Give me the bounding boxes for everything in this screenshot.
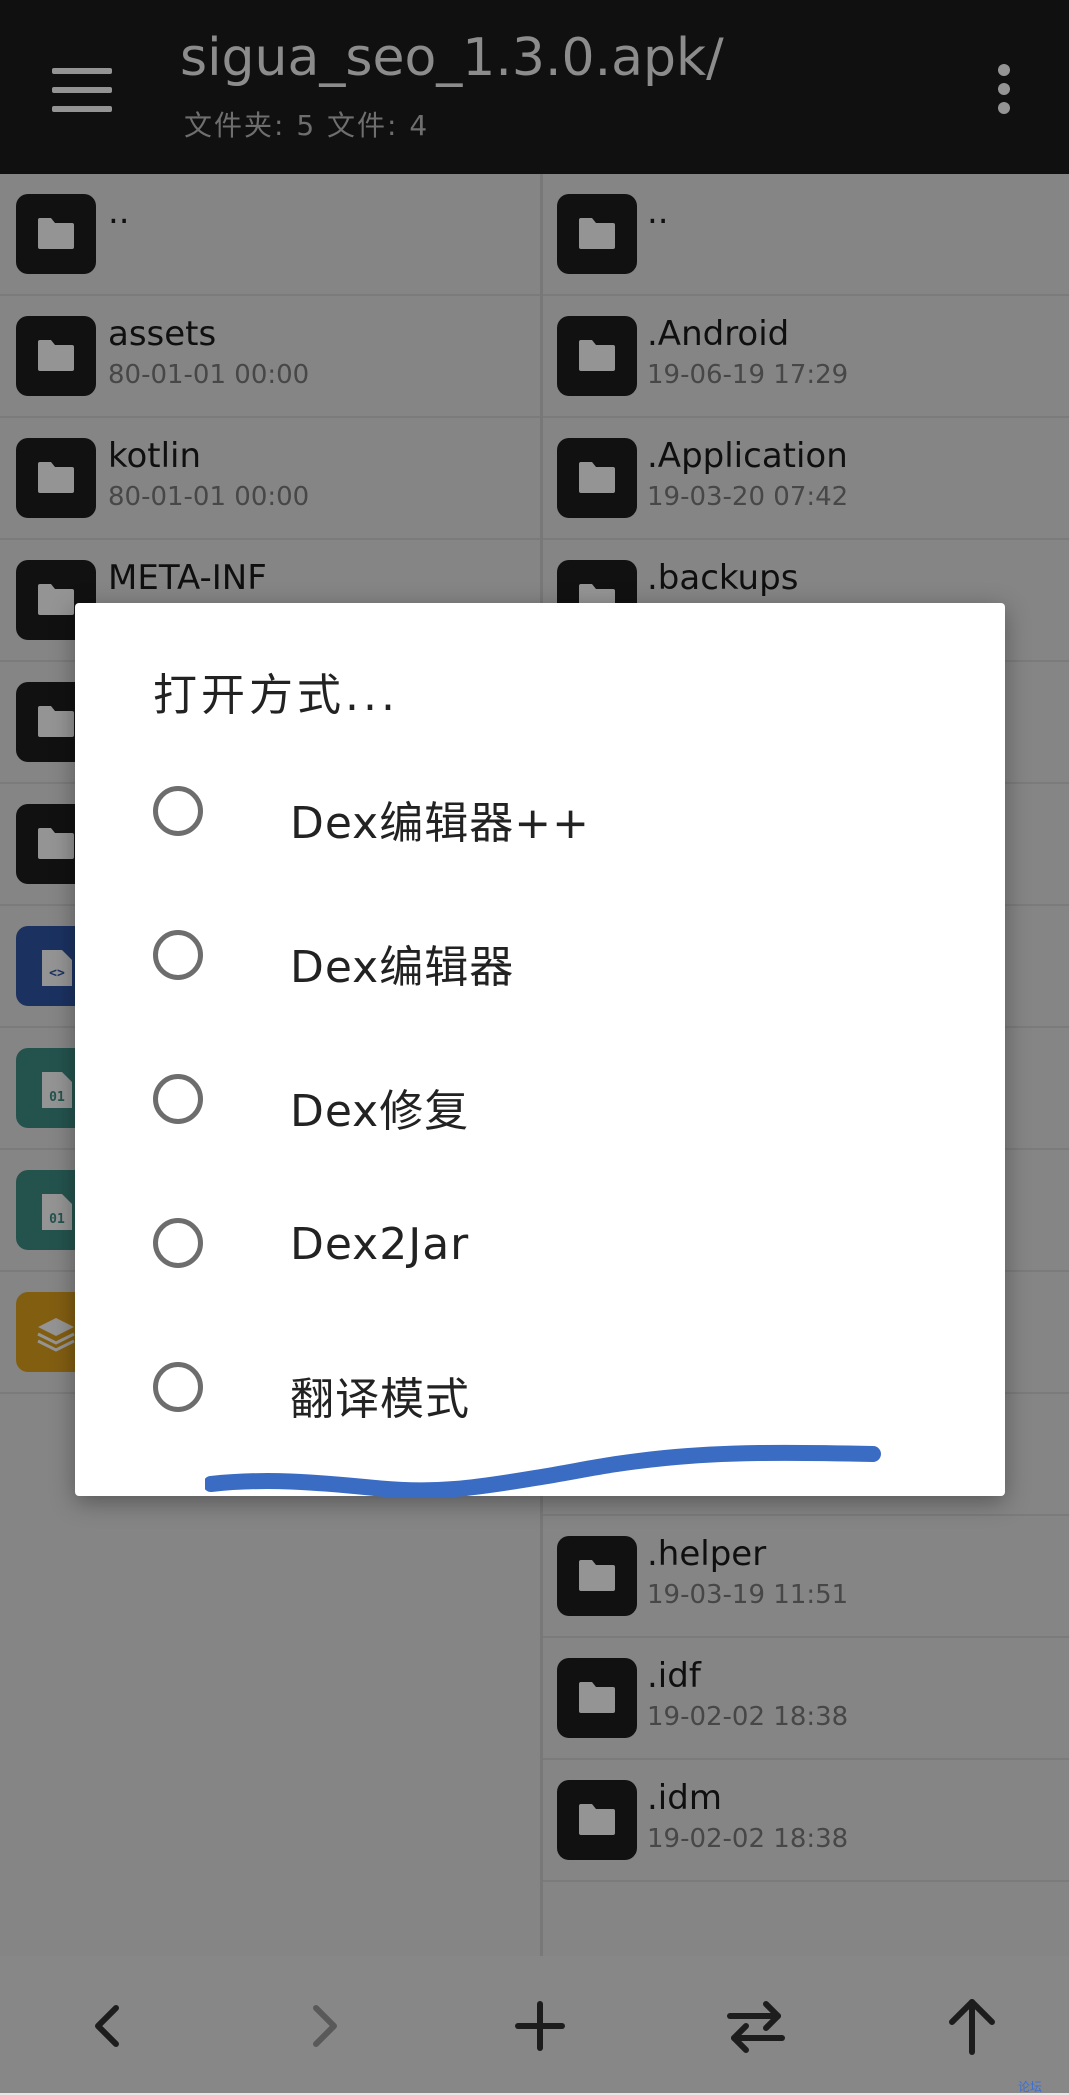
open-with-option[interactable]: Dex编辑器: [75, 899, 1005, 1019]
dialog-title: 打开方式...: [153, 670, 399, 721]
option-label: Dex2Jar: [290, 1219, 470, 1270]
open-with-option[interactable]: Dex2Jar: [75, 1187, 1005, 1307]
open-with-dialog: 打开方式... Dex编辑器++ Dex编辑器 Dex修复 Dex2Jar 翻译模式: [75, 603, 1005, 1498]
option-label: 翻译模式: [290, 1374, 470, 1425]
radio-button[interactable]: [153, 1074, 203, 1124]
radio-button[interactable]: [153, 1362, 203, 1412]
radio-button[interactable]: [153, 930, 203, 980]
open-with-option[interactable]: Dex编辑器++: [75, 755, 1005, 875]
option-label: Dex编辑器: [290, 942, 515, 993]
open-with-option[interactable]: Dex修复: [75, 1043, 1005, 1163]
blue-scribble-annotation: [205, 1444, 881, 1498]
radio-button[interactable]: [153, 1218, 203, 1268]
radio-button[interactable]: [153, 786, 203, 836]
watermark-text: 论坛: [1018, 2080, 1043, 2094]
option-label: Dex编辑器++: [290, 798, 590, 849]
open-with-option[interactable]: 翻译模式: [75, 1331, 1005, 1451]
option-label: Dex修复: [290, 1086, 470, 1137]
